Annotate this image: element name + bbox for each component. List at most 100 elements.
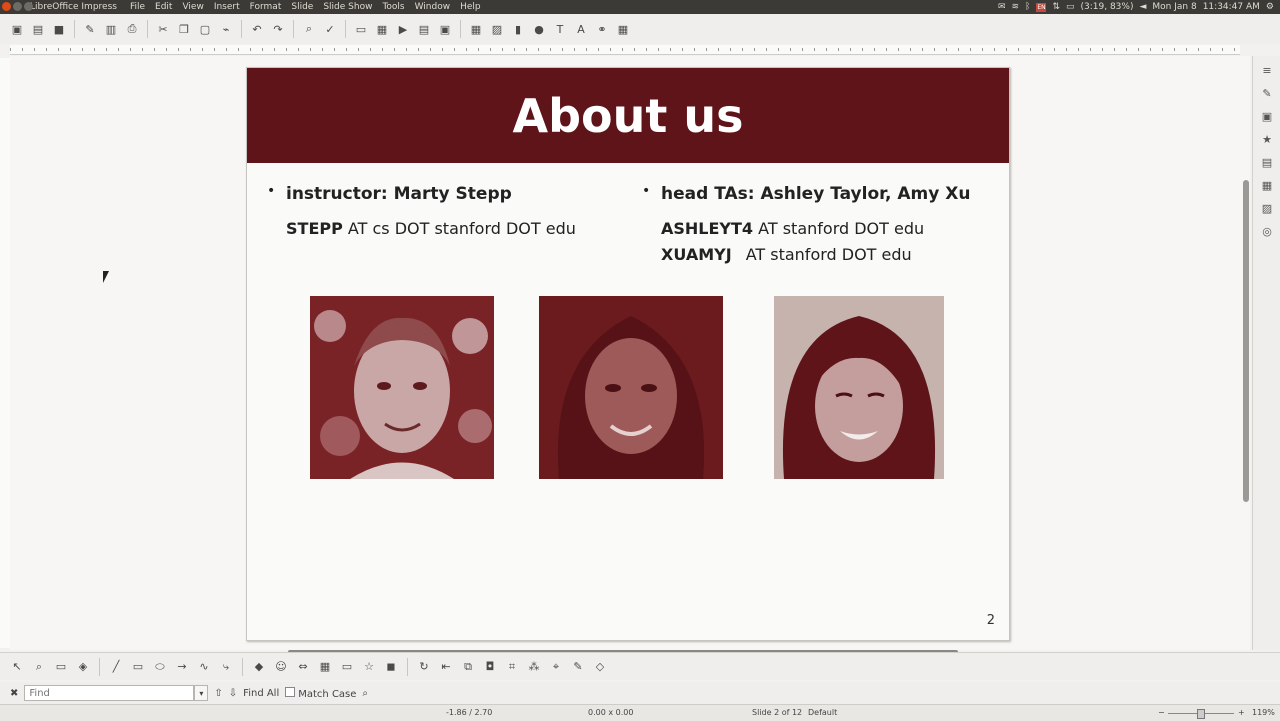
curve-icon[interactable]: ∿ [195,658,213,676]
navigator-icon[interactable]: ◎ [1258,222,1276,240]
find-replace-icon[interactable]: ⌕ [300,20,318,38]
clone-formatting-icon[interactable]: ⌁ [217,20,235,38]
menu-help[interactable]: Help [455,2,486,12]
block-arrows-icon[interactable]: ⇔ [294,658,312,676]
sync-icon[interactable]: ⇅ [1052,2,1060,12]
print-icon[interactable]: ⎙ [123,20,141,38]
menu-window[interactable]: Window [410,2,456,12]
volume-icon[interactable]: ◄ [1139,2,1146,12]
match-case-checkbox[interactable]: Match Case [285,686,356,700]
symbol-shapes-icon[interactable]: ☺ [272,658,290,676]
paste-icon[interactable]: ▢ [196,20,214,38]
start-slideshow-icon[interactable]: ▶ [394,20,412,38]
power-icon[interactable]: ⚙ [1266,2,1274,12]
chart-icon[interactable]: ▮ [509,20,527,38]
gallery-icon[interactable]: ▨ [1258,199,1276,217]
sidebar-more-icon[interactable]: ≡ [1258,61,1276,79]
rectangle-icon[interactable]: ▭ [129,658,147,676]
text-icon[interactable]: ▭ [52,658,70,676]
align-icon[interactable]: ⇤ [437,658,455,676]
close-window-icon[interactable] [2,2,11,11]
redo-icon[interactable]: ↷ [269,20,287,38]
slide[interactable]: About us • instructor: Marty Stepp STEPP… [246,67,1010,641]
export-pdf-icon[interactable]: ▥ [102,20,120,38]
table-icon[interactable]: ▦ [467,20,485,38]
find-next-icon[interactable]: ⇩ [229,688,237,699]
properties-icon[interactable]: ✎ [1258,84,1276,102]
rotate-icon[interactable]: ↻ [415,658,433,676]
open-icon[interactable]: ▤ [29,20,47,38]
animation-icon[interactable]: ★ [1258,130,1276,148]
menu-view[interactable]: View [177,2,208,12]
find-input[interactable] [24,685,195,701]
styles-icon[interactable]: ▦ [1258,176,1276,194]
find-all-button[interactable]: Find All [243,688,279,699]
text-box-icon[interactable]: T [551,20,569,38]
menu-slide-show[interactable]: Slide Show [318,2,377,12]
new-document-icon[interactable]: ▣ [8,20,26,38]
toggle-extrusion-icon[interactable]: ◇ [591,658,609,676]
crop-icon[interactable]: ⌗ [503,658,521,676]
save-icon[interactable]: ■ [50,20,68,38]
menu-slide[interactable]: Slide [286,2,318,12]
zoom-out-icon[interactable]: − [1158,708,1165,717]
date-label[interactable]: Mon Jan 8 [1152,2,1196,12]
stars-icon[interactable]: ☆ [360,658,378,676]
spelling-icon[interactable]: ✓ [321,20,339,38]
flowchart-icon[interactable]: ▦ [316,658,334,676]
keyboard-language-icon[interactable]: EN [1036,2,1047,12]
select-arrow-icon[interactable]: ↖ [8,658,26,676]
points-icon[interactable]: ⌖ [547,658,565,676]
battery-icon[interactable]: ▭ [1066,2,1075,12]
maximize-window-icon[interactable] [24,2,33,11]
find-replace-dialog-icon[interactable]: ⌕ [362,688,368,699]
slide-layout-icon[interactable]: ▤ [415,20,433,38]
zoom-in-icon[interactable]: + [1238,708,1245,717]
line-icon[interactable]: ╱ [107,658,125,676]
edit-file-icon[interactable]: ✎ [81,20,99,38]
ta-amy-photo[interactable] [774,296,944,479]
grid-icon[interactable]: ▦ [614,20,632,38]
ta-ashley-photo[interactable] [539,296,723,479]
battery-status[interactable]: (3:19, 83%) [1081,2,1134,12]
vertical-scrollbar[interactable] [1243,180,1249,502]
find-previous-icon[interactable]: ⇧ [214,688,222,699]
connector-icon[interactable]: ⤷ [217,658,235,676]
zoom-level[interactable]: 119% [1252,708,1275,717]
ellipse-icon[interactable]: ⬭ [151,658,169,676]
find-history-dropdown[interactable]: ▾ [194,685,209,701]
instructor-line[interactable]: instructor: Marty Stepp [286,184,512,204]
bluetooth-icon[interactable]: ᛒ [1025,2,1030,12]
master-slides-icon[interactable]: ▤ [1258,153,1276,171]
menu-edit[interactable]: Edit [150,2,177,12]
mail-icon[interactable]: ✉ [998,2,1006,12]
checkbox-box[interactable] [285,686,296,697]
time-label[interactable]: 11:34:47 AM [1203,2,1260,12]
filter-icon[interactable]: ⁂ [525,658,543,676]
zoom-slider-handle[interactable] [1197,709,1205,719]
master-layout-name[interactable]: Default [808,708,837,717]
instructor-photo[interactable] [310,296,494,479]
image-icon[interactable]: ▨ [488,20,506,38]
basic-shapes-icon[interactable]: ◆ [250,658,268,676]
menu-tools[interactable]: Tools [377,2,409,12]
slide-transition-icon[interactable]: ▣ [1258,107,1276,125]
slide-title[interactable]: About us [512,89,743,143]
horizontal-ruler[interactable] [10,45,1240,55]
line-arrow-icon[interactable]: → [173,658,191,676]
media-icon[interactable]: ● [530,20,548,38]
new-slide-icon[interactable]: ▣ [436,20,454,38]
menu-format[interactable]: Format [245,2,287,12]
copy-icon[interactable]: ❐ [175,20,193,38]
callouts-icon[interactable]: ▭ [338,658,356,676]
menu-file[interactable]: File [125,2,150,12]
cut-icon[interactable]: ✂ [154,20,172,38]
minimize-window-icon[interactable] [13,2,22,11]
zoom-icon[interactable]: ⌕ [30,658,48,676]
master-slide-icon[interactable]: ▦ [373,20,391,38]
head-tas-line[interactable]: head TAs: Ashley Taylor, Amy Xu [661,184,970,204]
menu-insert[interactable]: Insert [209,2,245,12]
ta1-email[interactable]: ASHLEYT4 AT stanford DOT edu [661,219,924,238]
fontwork-icon[interactable]: A [572,20,590,38]
shadow-icon[interactable]: ◘ [481,658,499,676]
